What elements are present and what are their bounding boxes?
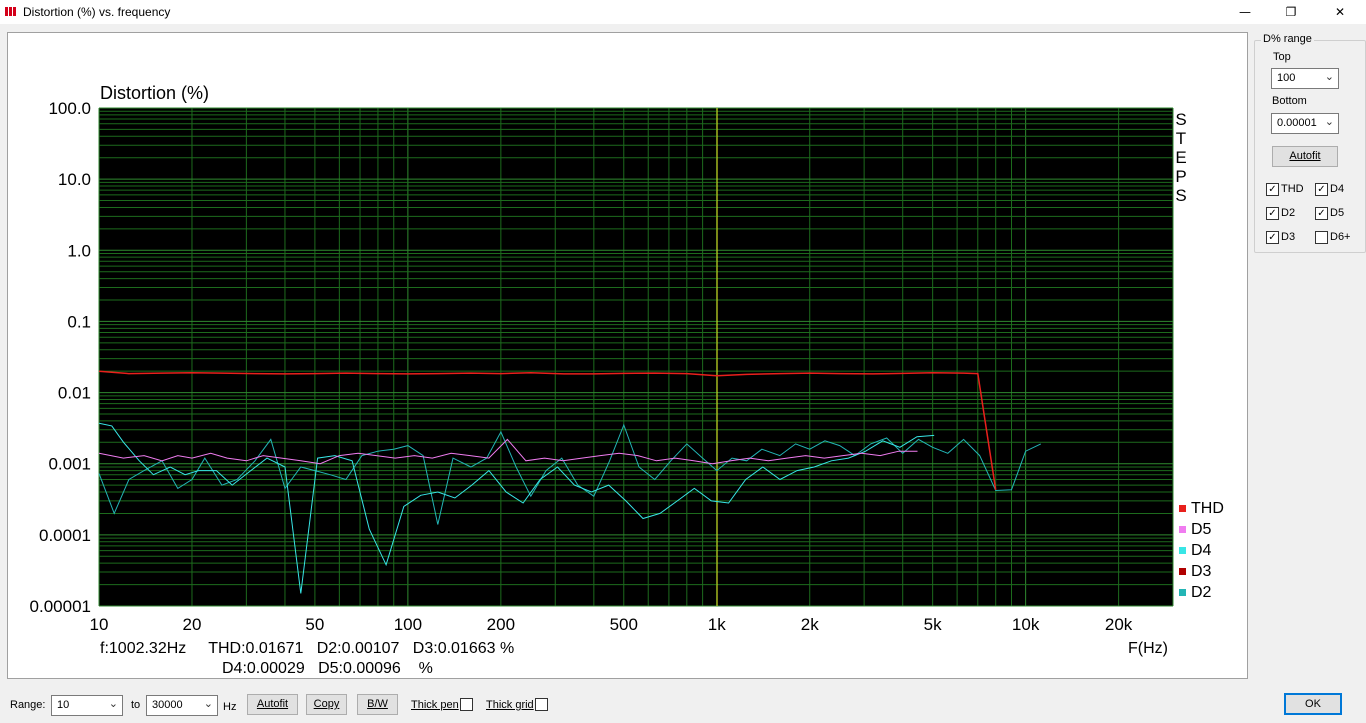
legend-swatch-d5 xyxy=(1179,526,1186,533)
steps-letter: P xyxy=(1175,167,1186,186)
legend-label-thd: THD xyxy=(1191,500,1224,517)
app-icon xyxy=(4,5,18,18)
bottom-select-value: 0.00001 xyxy=(1277,117,1317,129)
y-tick-label: 10.0 xyxy=(58,170,91,189)
legend-label-d5: D5 xyxy=(1191,521,1212,538)
close-button[interactable]: ✕ xyxy=(1314,0,1366,24)
chevron-down-icon: ⌄ xyxy=(108,698,118,710)
y-tick-label: 0.01 xyxy=(58,384,91,403)
bw-button[interactable]: B/W xyxy=(357,694,398,715)
legend-swatch-thd xyxy=(1179,505,1186,512)
distortion-chart: Distortion (%) 100.0 10.0 1.0 0.1 0.01 0.001 0… xyxy=(30,83,1224,677)
x-axis-label: F(Hz) xyxy=(1128,640,1168,657)
chevron-down-icon: ⌄ xyxy=(1324,71,1334,83)
chart-title: Distortion (%) xyxy=(100,83,209,103)
checkbox-d2[interactable]: ✓ xyxy=(1266,207,1279,220)
close-icon: ✕ xyxy=(1334,5,1346,19)
x-tick-label: 50 xyxy=(305,615,324,634)
x-tick-label: 20 xyxy=(183,615,202,634)
thick-grid-checkbox[interactable] xyxy=(535,698,548,711)
y-tick-label: 0.001 xyxy=(48,455,91,474)
bottom-label: Bottom xyxy=(1272,95,1307,107)
minimize-icon: — xyxy=(1239,5,1251,19)
thick-pen-checkbox[interactable] xyxy=(460,698,473,711)
restore-icon: ❐ xyxy=(1285,5,1297,19)
to-label: to xyxy=(131,699,141,711)
steps-letter: E xyxy=(1175,148,1186,167)
x-tick-label: 100 xyxy=(394,615,422,634)
x-tick-label: 200 xyxy=(487,615,515,634)
bottom-select[interactable]: 0.00001 ⌄ xyxy=(1271,113,1339,134)
top-select-value: 100 xyxy=(1277,72,1296,84)
x-tick-label: 5k xyxy=(924,615,942,634)
steps-letter: S xyxy=(1175,110,1186,129)
steps-letter: S xyxy=(1175,186,1186,205)
copy-button[interactable]: Copy xyxy=(306,694,347,715)
autofit-button[interactable]: Autofit xyxy=(247,694,298,715)
y-tick-label: 1.0 xyxy=(67,241,91,260)
checkbox-thd[interactable]: ✓ xyxy=(1266,183,1279,196)
chevron-down-icon: ⌄ xyxy=(203,698,213,710)
x-tick-label: 2k xyxy=(801,615,819,634)
legend-label-d4: D4 xyxy=(1191,542,1212,559)
x-tick-label: 500 xyxy=(610,615,638,634)
checkbox-label-d2: D2 xyxy=(1281,207,1296,219)
x-tick-label: 10k xyxy=(1012,615,1040,634)
thick-pen-label: Thick pen xyxy=(411,699,459,711)
readout-line-1: f:1002.32Hz THD:0.01671 D2:0.00107 D3:0.… xyxy=(100,640,514,657)
x-tick-label: 1k xyxy=(708,615,726,634)
range-from-value: 10 xyxy=(57,699,70,711)
checkbox-d4[interactable]: ✓ xyxy=(1315,183,1328,196)
window-title: Distortion (%) vs. frequency xyxy=(23,5,171,19)
legend: THD D5 D4 D3 D2 xyxy=(1179,500,1224,601)
top-label: Top xyxy=(1273,51,1291,63)
top-select[interactable]: 100 ⌄ xyxy=(1271,68,1339,89)
legend-swatch-d3 xyxy=(1179,568,1186,575)
checkbox-label-d5: D5 xyxy=(1330,207,1345,219)
thick-grid-label: Thick grid xyxy=(486,699,534,711)
plot-panel: Distortion (%) 100.0 10.0 1.0 0.1 0.01 0.001 0… xyxy=(7,32,1248,679)
readout-line-2: D4:0.00029 D5:0.00096 % xyxy=(222,660,433,677)
checkbox-d6-plus[interactable] xyxy=(1315,231,1328,244)
legend-label-d2: D2 xyxy=(1191,584,1212,601)
y-tick-label: 0.1 xyxy=(67,312,91,331)
checkbox-label-d3: D3 xyxy=(1281,231,1296,243)
restore-button[interactable]: ❐ xyxy=(1268,0,1314,24)
minimize-button[interactable]: — xyxy=(1222,0,1268,24)
ok-button[interactable]: OK xyxy=(1284,693,1342,715)
range-label: Range: xyxy=(10,699,46,711)
x-tick-labels: 10 20 50 100 200 500 1k 2k 5k 10k 20k xyxy=(90,615,1133,634)
d-range-title: D% range xyxy=(1261,33,1314,45)
y-tick-labels: 100.0 10.0 1.0 0.1 0.01 0.001 0.0001 0.00001 xyxy=(30,99,91,616)
checkbox-d5[interactable]: ✓ xyxy=(1315,207,1328,220)
checkbox-d3[interactable]: ✓ xyxy=(1266,231,1279,244)
x-tick-label: 20k xyxy=(1105,615,1133,634)
title-bar: Distortion (%) vs. frequency — ❐ ✕ xyxy=(0,0,1366,24)
range-from-select[interactable]: 10 ⌄ xyxy=(51,695,123,716)
chevron-down-icon: ⌄ xyxy=(1324,116,1334,128)
legend-label-d3: D3 xyxy=(1191,563,1212,580)
legend-swatch-d2 xyxy=(1179,589,1186,596)
hz-label: Hz xyxy=(223,701,237,713)
x-tick-label: 10 xyxy=(90,615,109,634)
checkbox-label-d6-plus: D6+ xyxy=(1330,231,1351,243)
legend-swatch-d4 xyxy=(1179,547,1186,554)
steps-label: STEPS xyxy=(1175,110,1186,205)
y-tick-label: 0.0001 xyxy=(39,526,91,545)
steps-letter: T xyxy=(1176,129,1186,148)
y-tick-label: 100.0 xyxy=(48,99,91,118)
range-to-value: 30000 xyxy=(152,699,183,711)
side-autofit-button[interactable]: Autofit xyxy=(1272,146,1338,167)
checkbox-label-thd: THD xyxy=(1281,183,1304,195)
range-to-select[interactable]: 30000 ⌄ xyxy=(146,695,218,716)
y-tick-label: 0.00001 xyxy=(30,597,91,616)
checkbox-label-d4: D4 xyxy=(1330,183,1345,195)
